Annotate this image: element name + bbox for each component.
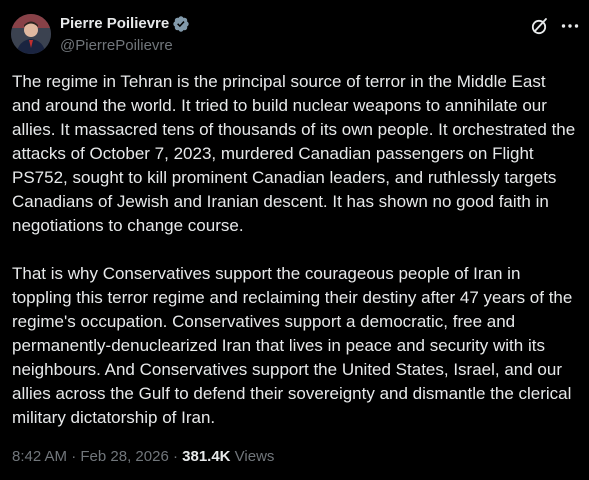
tweet-date[interactable]: Feb 28, 2026 bbox=[80, 448, 168, 465]
author-name-row: Pierre Poilievre bbox=[60, 14, 190, 34]
verified-badge-icon bbox=[172, 15, 190, 33]
tweet-time[interactable]: 8:42 AM bbox=[12, 448, 67, 465]
avatar-image bbox=[11, 14, 51, 54]
tweet-paragraph: That is why Conservatives support the co… bbox=[12, 264, 573, 427]
tweet-header: Pierre Poilievre @PierrePoilievre bbox=[0, 0, 589, 64]
meta-separator: · bbox=[67, 448, 81, 465]
views-count[interactable]: 381.4K bbox=[182, 448, 230, 465]
more-icon[interactable] bbox=[560, 16, 580, 36]
meta-separator: · bbox=[168, 448, 183, 465]
grok-icon[interactable] bbox=[530, 16, 550, 36]
tweet-meta: 8:42 AM · Feb 28, 2026 · 381.4K Views bbox=[12, 447, 274, 467]
tweet-paragraph: The regime in Tehran is the principal so… bbox=[12, 72, 576, 235]
author-handle[interactable]: @PierrePoilievre bbox=[60, 36, 173, 56]
tweet-text: The regime in Tehran is the principal so… bbox=[12, 70, 578, 430]
avatar[interactable] bbox=[11, 14, 51, 54]
views-label: Views bbox=[230, 448, 275, 465]
author-display-name[interactable]: Pierre Poilievre bbox=[60, 14, 169, 34]
